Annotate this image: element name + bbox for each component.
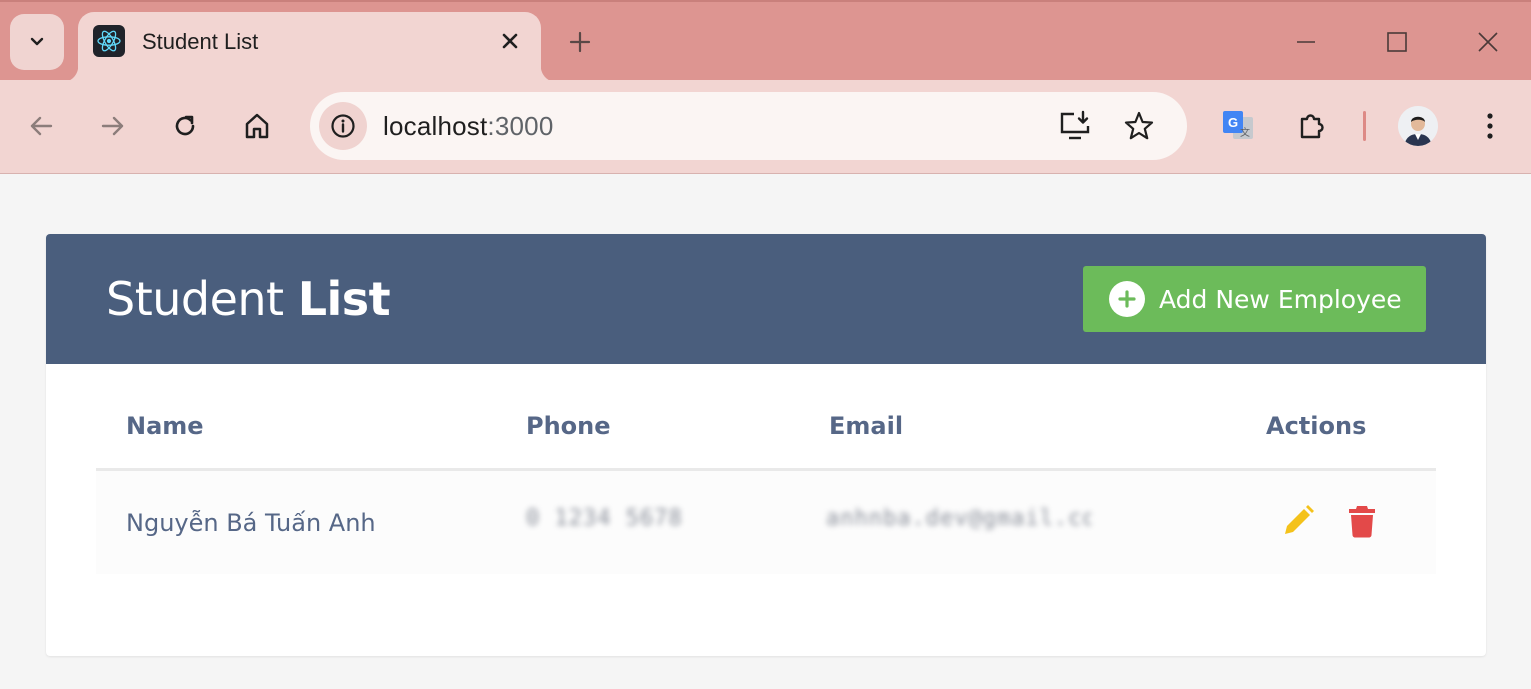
maximize-icon[interactable] — [1377, 22, 1417, 62]
url-port: :3000 — [487, 111, 554, 141]
site-info-icon[interactable] — [319, 102, 367, 150]
page-title: Student List — [106, 272, 391, 326]
reload-icon[interactable] — [165, 106, 205, 146]
card-header: Student List Add New Employee — [46, 234, 1486, 364]
back-arrow-icon[interactable] — [21, 106, 61, 146]
tab-title: Student List — [142, 29, 259, 54]
react-favicon-icon — [93, 25, 125, 57]
column-header-actions: Actions — [1266, 412, 1367, 440]
delete-trash-icon[interactable] — [1342, 501, 1382, 541]
home-icon[interactable] — [237, 106, 277, 146]
bookmark-star-icon[interactable] — [1119, 106, 1159, 146]
student-list-card: Student List Add New Employee Name Phone… — [46, 234, 1486, 656]
address-bar[interactable]: localhost:3000 — [310, 92, 1187, 160]
extensions-puzzle-icon[interactable] — [1292, 106, 1332, 146]
add-new-employee-button[interactable]: Add New Employee — [1083, 266, 1426, 332]
minimize-icon[interactable] — [1286, 22, 1326, 62]
add-button-label: Add New Employee — [1159, 284, 1402, 314]
toolbar-divider — [1363, 111, 1366, 141]
chevron-down-icon — [30, 37, 44, 46]
close-window-icon[interactable] — [1468, 22, 1508, 62]
google-translate-icon[interactable]: G 文 — [1218, 106, 1258, 146]
more-menu-icon[interactable] — [1470, 106, 1510, 146]
profile-avatar[interactable] — [1398, 106, 1438, 146]
install-app-icon[interactable] — [1055, 106, 1095, 146]
browser-tab[interactable]: Student List — [62, 12, 557, 82]
cell-email: anhnba.dev@gmail.com — [826, 506, 1091, 531]
url-text[interactable]: localhost:3000 — [383, 111, 554, 142]
svg-text:G: G — [1228, 115, 1238, 130]
plus-circle-icon — [1109, 281, 1145, 317]
table-row: Nguyễn Bá Tuấn Anh 0 1234 5678 anhnba.de… — [96, 471, 1436, 574]
browser-tab-strip: Student List — [0, 0, 1531, 82]
tab-close-icon[interactable] — [495, 26, 525, 56]
column-header-name: Name — [126, 412, 204, 440]
forward-arrow-icon[interactable] — [93, 106, 133, 146]
url-host: localhost — [383, 111, 488, 141]
column-header-email: Email — [829, 412, 904, 440]
new-tab-icon[interactable] — [562, 24, 598, 60]
svg-text:文: 文 — [1240, 126, 1250, 139]
column-header-phone: Phone — [526, 412, 611, 440]
edit-pencil-icon[interactable] — [1278, 501, 1318, 541]
cell-name: Nguyễn Bá Tuấn Anh — [126, 509, 376, 537]
browser-toolbar: localhost:3000 G 文 — [0, 80, 1531, 174]
cell-phone: 0 1234 5678 — [526, 506, 683, 531]
tab-search-button[interactable] — [10, 14, 64, 70]
